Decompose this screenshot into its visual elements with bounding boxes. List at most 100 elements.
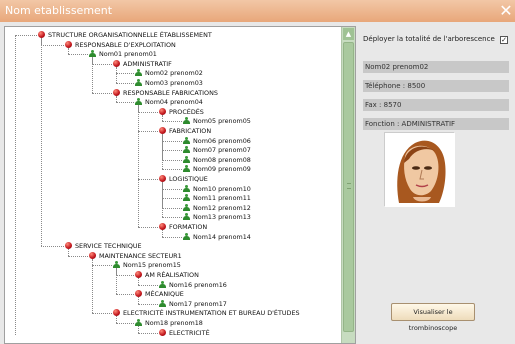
person-icon (159, 299, 166, 307)
tree-person-node[interactable]: Nom01 prenom01 (89, 49, 157, 59)
employee-fax: Fax : 8570 (363, 99, 509, 111)
close-icon[interactable]: ✕ (498, 2, 514, 20)
tree-node-label: Nom01 prenom01 (99, 50, 157, 59)
tree-node-label: PROCÉDÉS (169, 107, 204, 116)
tree-connector-line (15, 35, 37, 36)
person-icon (183, 184, 190, 192)
tree-person-node[interactable]: Nom11 prenom11 (183, 193, 251, 203)
tree-connector-line (138, 303, 158, 305)
tree-person-node[interactable]: Nom12 prenom12 (183, 203, 251, 213)
unit-bullet-icon (159, 127, 166, 134)
scroll-up-arrow-icon[interactable]: ▲ (343, 28, 354, 40)
tree-node-label: Nom11 prenom11 (193, 194, 251, 203)
tree-connector-line (92, 92, 112, 94)
tree-unit-node[interactable]: ELECTRICITÉ INSTRUMENTATION ET BUREAU D'… (113, 308, 300, 318)
employee-name: Nom02 prenom02 (363, 61, 509, 73)
tree-node-label: Nom16 prenom16 (169, 280, 227, 289)
tree-person-node[interactable]: Nom15 prenom15 (113, 260, 181, 270)
tree-scrollbar[interactable]: ▲ (341, 27, 355, 343)
portrait-image (385, 133, 455, 207)
unit-bullet-icon (135, 290, 142, 298)
tree-node-label: FORMATION (169, 223, 208, 231)
unit-bullet-icon (159, 175, 166, 182)
window-title: Nom etablissement (5, 4, 113, 17)
person-icon (183, 136, 190, 144)
view-trombinoscope-button[interactable]: Visualiser le trombinoscope (391, 303, 475, 332)
tree-node-label: Nom09 prenom09 (193, 165, 251, 174)
unit-bullet-icon (159, 223, 166, 230)
tree-person-node[interactable]: Nom08 prenom08 (183, 155, 251, 165)
tree-connector-line (162, 198, 182, 200)
tree-connector-line (116, 66, 117, 83)
tree-unit-node[interactable]: FORMATION (159, 222, 207, 232)
tree-unit-node[interactable]: FABRICATION (159, 126, 211, 136)
person-icon (135, 98, 142, 106)
tree-node-label: Nom17 prenom17 (169, 299, 227, 308)
tree-unit-node[interactable]: LOGISTIQUE (159, 174, 208, 184)
tree-node-label: Nom06 prenom06 (193, 136, 251, 145)
tree-unit-node[interactable]: STRUCTURE ORGANISATIONNELLE ÉTABLISSEMEN… (38, 30, 212, 40)
tree-connector-line (116, 323, 134, 324)
tree-connector-line (162, 207, 182, 209)
tree-node-label: Nom05 prenom05 (193, 117, 251, 126)
tree-node-label: Nom04 prenom04 (145, 98, 203, 107)
tree-unit-node[interactable]: ADMINISTRATIF (113, 59, 172, 69)
tree-person-node[interactable]: Nom17 prenom17 (159, 299, 227, 309)
tree-node-label: ELECTRICITÉ (169, 328, 210, 337)
tree-unit-node[interactable]: SERVICE TECHNIQUE (65, 241, 142, 251)
tree-node-label: ADMINISTRATIF (123, 59, 172, 68)
tree-person-node[interactable]: Nom03 prenom03 (135, 78, 203, 88)
tree-person-node[interactable]: Nom10 prenom10 (183, 184, 251, 194)
unit-bullet-icon (65, 40, 72, 48)
tree-person-node[interactable]: Nom04 prenom04 (135, 97, 203, 107)
tree-node-label: STRUCTURE ORGANISATIONNELLE ÉTABLISSEMEN… (48, 31, 212, 39)
tree-node-label: Nom18 prenom18 (145, 319, 203, 327)
tree-connector-line (68, 54, 88, 56)
unit-bullet-icon (89, 251, 96, 259)
employee-info-panel: Déployer la totalité de l'arborescence ✓… (357, 26, 515, 344)
tree-person-node[interactable]: Nom13 prenom13 (183, 212, 251, 222)
tree-unit-node[interactable]: PROCÉDÉS (159, 107, 204, 117)
tree-unit-node[interactable]: MAINTENANCE SECTEUR1 (89, 251, 182, 261)
tree-connector-line (92, 57, 93, 93)
unit-bullet-icon (113, 59, 120, 67)
tree-node-label: SERVICE TECHNIQUE (75, 242, 142, 251)
tree-unit-node[interactable]: ELECTRICITÉ (159, 328, 210, 338)
unit-bullet-icon (159, 328, 166, 336)
employee-phone: Téléphone : 8500 (363, 80, 509, 92)
tree-unit-node[interactable]: RESPONSABLE D'EXPLOITATION (65, 40, 176, 50)
tree-connector-line (162, 188, 182, 190)
person-icon (135, 69, 142, 77)
tree-person-node[interactable]: Nom09 prenom09 (183, 164, 251, 174)
employee-function: Fonction : ADMINISTRATIF (363, 118, 509, 130)
tree-connector-line (138, 131, 158, 132)
tree-unit-node[interactable]: MÉCANIQUE (135, 289, 184, 299)
tree-person-node[interactable]: Nom06 prenom06 (183, 136, 251, 146)
tree-unit-node[interactable]: RESPONSABLE FABRICATIONS (113, 88, 218, 98)
person-icon (183, 232, 190, 240)
tree-connector-line (116, 73, 134, 75)
person-icon (135, 319, 142, 326)
tree-node-label: Nom07 prenom07 (193, 146, 251, 155)
tree-connector-line (92, 265, 112, 267)
tree-person-node[interactable]: Nom16 prenom16 (159, 280, 227, 290)
deploy-all-row[interactable]: Déployer la totalité de l'arborescence ✓ (363, 32, 513, 46)
person-icon (183, 117, 190, 125)
tree-person-node[interactable]: Nom02 prenom02 (135, 68, 203, 78)
tree-connector-line (41, 44, 64, 46)
tree-connector-line (162, 169, 182, 171)
tree-connector-line (138, 332, 158, 334)
tree-connector-line (162, 140, 182, 142)
deploy-all-checkbox[interactable]: ✓ (500, 36, 509, 44)
tree-person-node[interactable]: Nom05 prenom05 (183, 116, 251, 126)
tree-node-label: MÉCANIQUE (145, 290, 184, 299)
tree-person-node[interactable]: Nom07 prenom07 (183, 145, 251, 155)
tree-node-label: ELECTRICITÉ INSTRUMENTATION ET BUREAU D'… (123, 309, 300, 318)
person-icon (113, 261, 120, 269)
scroll-thumb[interactable] (343, 42, 354, 332)
person-icon (183, 203, 190, 211)
tree-unit-node[interactable]: AM RÉALISATION (135, 270, 199, 280)
tree-person-node[interactable]: Nom18 prenom18 (135, 318, 203, 328)
tree-connector-line (138, 111, 158, 113)
tree-person-node[interactable]: Nom14 prenom14 (183, 232, 251, 242)
